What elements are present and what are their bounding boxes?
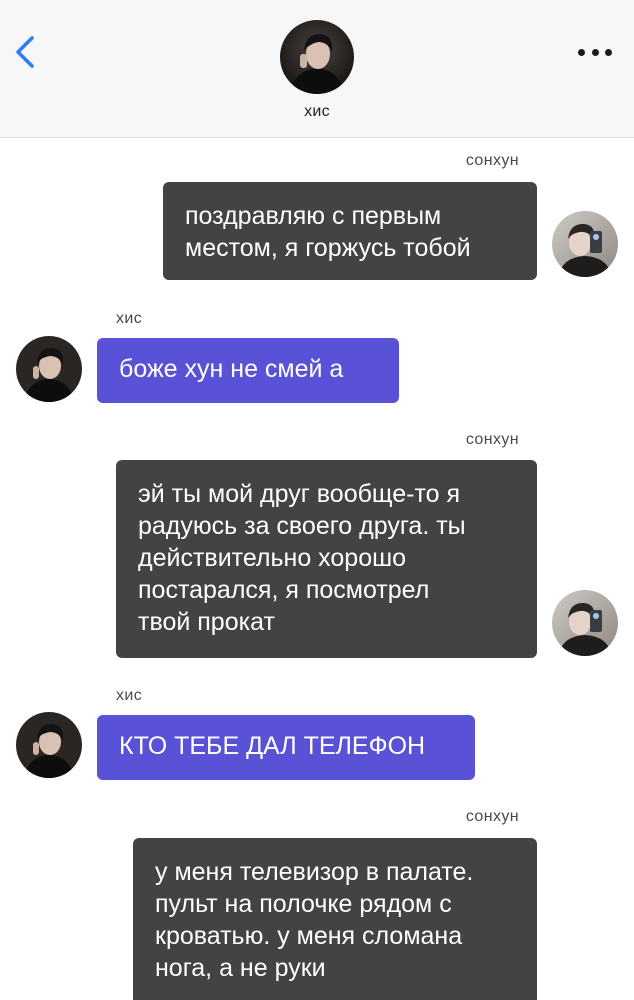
incoming-message-bubble[interactable]: КТО ТЕБЕ ДАЛ ТЕЛЕФОН: [97, 715, 475, 780]
message-sender-label: хис: [116, 310, 143, 327]
message-sender-label: сонхун: [465, 808, 519, 825]
chevron-left-icon: [16, 36, 34, 68]
more-dots-icon: [578, 48, 585, 56]
contact-message-avatar[interactable]: [16, 336, 82, 402]
chat-header: хис: [0, 0, 634, 138]
sender-avatar[interactable]: [552, 211, 618, 277]
outgoing-message-bubble[interactable]: эй ты мой друг вообще-то я радуюсь за св…: [116, 460, 537, 658]
sender-avatar[interactable]: [552, 590, 618, 656]
message-sender-label: хис: [116, 687, 143, 704]
contact-message-avatar[interactable]: [16, 712, 82, 778]
message-sender-label: сонхун: [465, 152, 519, 169]
back-button[interactable]: [12, 34, 38, 70]
chat-screen: хис сонхун поздравляю с первым местом, я…: [0, 0, 634, 1000]
contact-name: хис: [304, 103, 330, 120]
incoming-message-bubble[interactable]: боже хун не смей а: [97, 338, 399, 403]
message-sender-label: сонхун: [465, 431, 519, 448]
outgoing-message-bubble[interactable]: поздравляю с первым местом, я горжусь то…: [163, 182, 537, 280]
more-options-button[interactable]: [578, 46, 612, 58]
contact-avatar[interactable]: [280, 20, 354, 94]
outgoing-message-bubble[interactable]: у меня телевизор в палате. пульт на поло…: [133, 838, 537, 1000]
